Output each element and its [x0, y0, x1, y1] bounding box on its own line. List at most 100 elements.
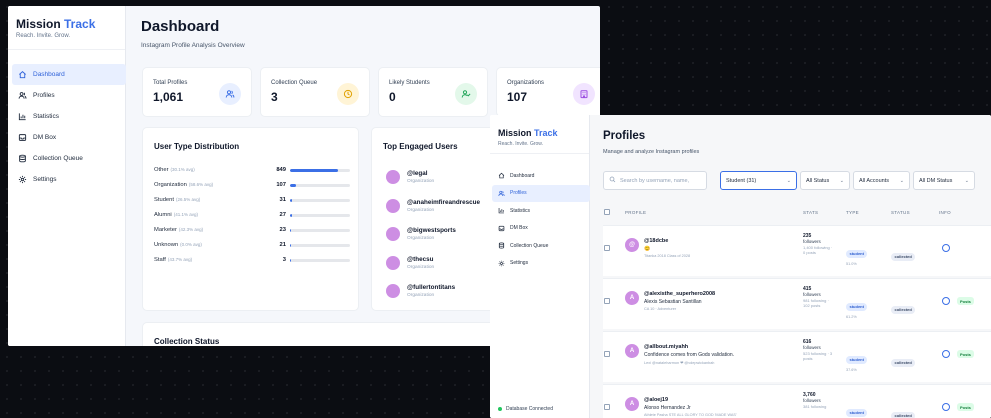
column-header-info[interactable]: INFO — [939, 210, 951, 215]
stat-label: Collection Queue — [271, 80, 318, 86]
profile-stats: 616 followers 523 following · 3 posts — [803, 339, 833, 361]
distribution-avg: (30.1% avg) — [170, 167, 195, 172]
distribution-bar — [290, 214, 350, 217]
brand-tagline: Reach. Invite. Grow. — [16, 33, 71, 39]
sidebar-item-dm-box[interactable]: DM Box — [12, 127, 126, 148]
chevron-down-icon: ⌄ — [786, 177, 791, 184]
sidebar-item-profiles[interactable]: Profiles — [492, 184, 590, 202]
brand-tagline: Reach. Invite. Grow. — [498, 141, 544, 147]
building-icon — [573, 83, 595, 105]
engaged-user-name: @legal — [407, 170, 428, 177]
profile-handle[interactable]: @alexisthe_superhero2008 — [644, 291, 715, 297]
column-header-type[interactable]: TYPE — [846, 210, 859, 215]
table-row[interactable]: @ @18dcbe 😊 Titanka 2018 Class of 2028 235 fo… — [603, 225, 991, 276]
posts-badge[interactable]: Posts — [957, 297, 974, 305]
info-icon[interactable] — [942, 403, 950, 411]
profile-meta: CA 10 · Adventurer — [644, 307, 677, 311]
distribution-name: Alumni — [154, 212, 172, 218]
type-confidence: 51.0% — [846, 262, 857, 266]
profile-bio: Alonso Hernandez Jr — [644, 405, 691, 411]
avatar: A — [625, 397, 639, 411]
posts-badge[interactable]: Posts — [957, 403, 974, 411]
distribution-bar-fill — [290, 184, 296, 187]
profile-type: student — [846, 401, 868, 418]
profile-bio: 😊 — [644, 246, 651, 252]
distribution-count: 21 — [279, 242, 286, 248]
profile-handle[interactable]: @allbout.miyahh — [644, 344, 688, 350]
type-filter-select[interactable]: Student (31) ⌄ — [720, 171, 797, 190]
section-title: Top Engaged Users — [383, 142, 458, 151]
table-header: PROFILE STATS TYPE STATUS INFO — [603, 209, 991, 220]
accounts-filter-select[interactable]: All Accounts ⌄ — [853, 171, 910, 190]
sidebar-item-settings[interactable]: Settings — [12, 169, 126, 190]
sidebar-divider — [8, 49, 125, 50]
table-row[interactable]: A @allbout.miyahh Confidence comes from Go… — [603, 331, 991, 382]
column-header-profile[interactable]: PROFILE — [625, 210, 646, 215]
avatar — [386, 198, 400, 213]
row-checkbox[interactable] — [604, 298, 610, 304]
table-row[interactable]: A @aloej19 Alonso Hernandez Jr Athlete Pash… — [603, 384, 991, 418]
distribution-bar — [290, 259, 350, 262]
distribution-bar — [290, 199, 350, 202]
status-badge: collected — [891, 411, 916, 418]
row-checkbox[interactable] — [604, 245, 610, 251]
sidebar-item-label: DM Box — [33, 134, 57, 141]
distribution-avg: (41.1% avg) — [173, 212, 198, 217]
column-header-stats[interactable]: STATS — [803, 210, 818, 215]
home-icon — [498, 172, 505, 179]
distribution-count: 849 — [276, 167, 286, 173]
inbox-icon — [498, 225, 505, 232]
type-badge: student — [846, 249, 868, 258]
sidebar: Mission Track Reach. Invite. Grow. Dashb… — [8, 6, 126, 346]
avatar — [386, 227, 400, 241]
sidebar-item-dashboard[interactable]: Dashboard — [492, 167, 590, 185]
stat-card-organizations: Organizations 107 — [496, 67, 600, 117]
column-header-status[interactable]: STATUS — [891, 210, 910, 215]
sidebar: Mission Track Reach. Invite. Grow. Dashb… — [490, 115, 590, 418]
database-status: Database Connected — [498, 406, 553, 412]
engaged-user-type: Organization — [407, 236, 435, 241]
profile-meta: Athlete Pasha STE ALL GLORY TO GOD 'MADE… — [644, 413, 737, 417]
distribution-bar-fill — [290, 259, 292, 262]
type-confidence: 37.6% — [846, 368, 857, 372]
row-checkbox[interactable] — [604, 404, 610, 410]
search-input[interactable]: Search by username, name, — [603, 171, 707, 190]
info-icon[interactable] — [942, 297, 950, 305]
clock-icon — [337, 83, 359, 105]
profile-meta: Lexi @nataleharmon ❤ @vdepwickanbah — [644, 361, 715, 365]
stat-value: 0 — [389, 90, 396, 104]
profile-handle[interactable]: @aloej19 — [644, 397, 668, 403]
profile-handle[interactable]: @18dcbe — [644, 238, 668, 244]
page-title: Dashboard — [141, 18, 220, 35]
brand-logo[interactable]: Mission Track — [498, 128, 558, 138]
sidebar-item-collection-queue[interactable]: Collection Queue — [12, 148, 126, 169]
info-icon[interactable] — [942, 350, 950, 358]
sidebar-item-label: Dashboard — [33, 71, 65, 78]
distribution-bar-fill — [290, 214, 292, 217]
sidebar-item-collection-queue[interactable]: Collection Queue — [492, 237, 590, 255]
table-row[interactable]: A @alexisthe_superhero2008 Alexis Sebastia… — [603, 278, 991, 329]
database-icon — [498, 242, 505, 249]
row-checkbox[interactable] — [604, 351, 610, 357]
engaged-user-type: Organization — [407, 179, 435, 184]
user-check-icon — [455, 83, 477, 105]
sidebar-item-profiles[interactable]: Profiles — [12, 85, 126, 106]
status-dot — [498, 407, 502, 411]
select-all-checkbox[interactable] — [604, 209, 610, 215]
stat-label: Organizations — [507, 80, 545, 86]
sidebar-item-dashboard[interactable]: Dashboard — [12, 64, 126, 85]
brand-logo[interactable]: Mission Track — [16, 17, 95, 31]
status-filter-select[interactable]: All Status ⌄ — [800, 171, 850, 190]
info-icon[interactable] — [942, 244, 950, 252]
dm-status-filter-select[interactable]: All DM Status ⌄ — [913, 171, 975, 190]
distribution-label: Student (26.5% avg) — [154, 197, 200, 203]
sidebar-item-statistics[interactable]: Statistics — [12, 106, 126, 127]
profile-stats: 3,760 followers 381 following — [803, 392, 833, 409]
posts-badge[interactable]: Posts — [957, 350, 974, 358]
sidebar-item-settings[interactable]: Settings — [492, 255, 590, 273]
sidebar-item-dm-box[interactable]: DM Box — [492, 220, 590, 238]
status-badge: collected — [891, 252, 916, 261]
following-count: 1,400 following · 0 posts — [803, 245, 833, 255]
sidebar-item-statistics[interactable]: Statistics — [492, 202, 590, 220]
distribution-count: 27 — [279, 212, 286, 218]
